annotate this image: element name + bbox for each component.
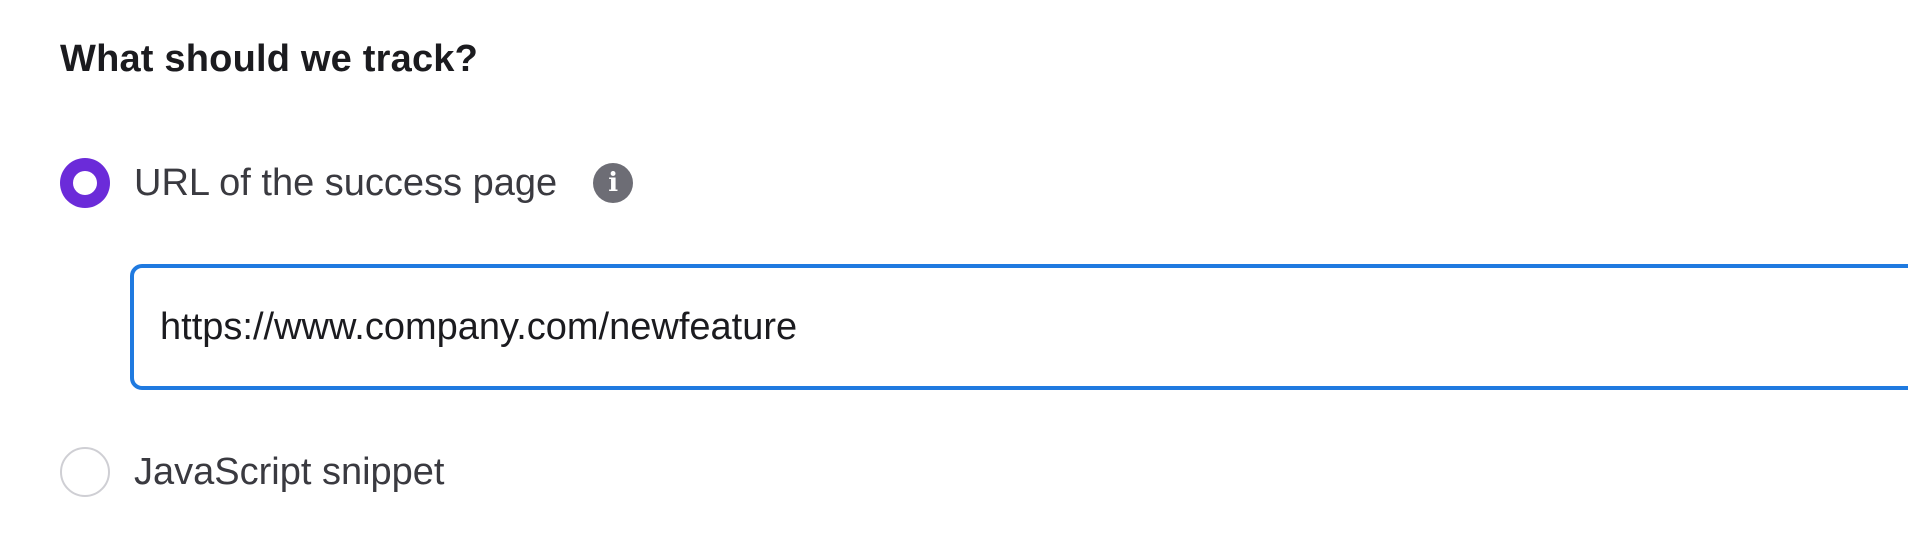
radio-button-url[interactable]: [60, 158, 110, 208]
radio-option-javascript[interactable]: JavaScript snippet: [60, 447, 445, 497]
radio-option-url[interactable]: URL of the success page i: [60, 158, 634, 208]
section-title: What should we track?: [60, 38, 479, 80]
radio-label-url[interactable]: URL of the success page: [134, 162, 557, 205]
info-icon[interactable]: i: [593, 163, 634, 203]
success-url-input[interactable]: [130, 264, 1908, 390]
radio-label-javascript[interactable]: JavaScript snippet: [134, 451, 445, 494]
radio-dot: [73, 171, 97, 195]
radio-button-javascript[interactable]: [60, 447, 110, 497]
tracking-form-section: What should we track? URL of the success…: [60, 0, 1908, 544]
